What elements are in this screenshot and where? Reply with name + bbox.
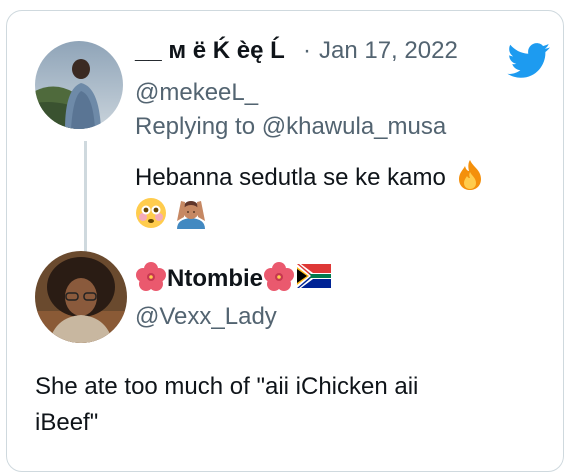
replying-prefix: Replying to	[135, 113, 262, 140]
tweet-card[interactable]: __ ᴍ ë Ḱ èę Ĺ · Jan 17, 2022 @mekeeL_ Re…	[6, 10, 564, 472]
tweet-emoji-line	[135, 197, 208, 236]
hibiscus-emoji	[135, 261, 167, 298]
fire-emoji	[453, 159, 487, 198]
separator-dot: ·	[303, 37, 311, 64]
hibiscus-emoji	[263, 261, 295, 298]
avatar-ntombie[interactable]	[35, 251, 127, 343]
flushed-face-emoji	[135, 197, 167, 236]
replying-to: Replying to @khawula_musa	[135, 113, 446, 141]
twitter-bird-icon[interactable]	[507, 43, 551, 84]
replying-to-handle[interactable]: @khawula_musa	[262, 113, 446, 140]
tweet-text-content: Hebanna sedutla se ke kamo	[135, 163, 446, 191]
user-handle[interactable]: @mekeeL_	[135, 79, 258, 107]
reply-text-line-2: iBeef"	[35, 409, 99, 436]
tweet-text: Hebanna sedutla se ke kamo	[135, 159, 487, 198]
quoted-name-text: Ntombie	[167, 264, 263, 292]
avatar-mekeel[interactable]	[35, 41, 123, 129]
south-africa-flag-emoji	[297, 264, 331, 295]
quoted-handle[interactable]: @Vexx_Lady	[135, 303, 277, 331]
reply-text-line-1: She ate too much of "aii iChicken aii	[35, 373, 419, 400]
display-name[interactable]: __ ᴍ ë Ḱ èę Ĺ	[135, 37, 285, 65]
thread-connector-line	[84, 141, 87, 253]
tweet-date[interactable]: Jan 17, 2022	[319, 37, 458, 65]
quoted-display-name[interactable]: Ntombie	[135, 261, 331, 298]
man-facepalming-emoji	[174, 197, 208, 236]
